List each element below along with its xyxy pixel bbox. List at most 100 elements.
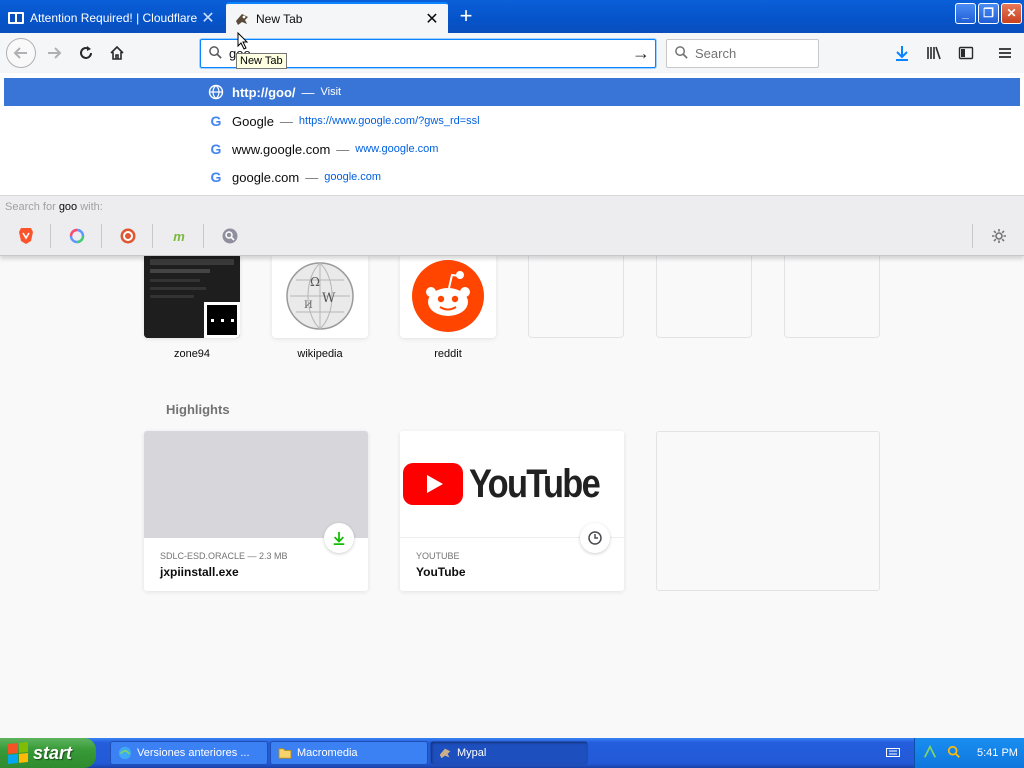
- mouse-cursor-icon: [237, 32, 249, 50]
- tab-title: New Tab: [256, 11, 303, 26]
- one-off-search-label: Search for goo with:: [0, 195, 1024, 217]
- card-context: YOUTUBE: [416, 551, 460, 561]
- home-icon: [110, 45, 124, 60]
- cloudflare-icon: [8, 10, 24, 26]
- result-separator: —: [305, 169, 319, 185]
- go-arrow-icon[interactable]: →: [627, 43, 655, 64]
- tab-strip: Attention Required! | Cloudflare ✕ New T…: [0, 0, 1024, 33]
- one-off-search-engines: m: [0, 217, 1024, 255]
- result-url: www.google.com: [355, 143, 439, 155]
- svg-text:Ω: Ω: [310, 275, 320, 289]
- menu-button[interactable]: [991, 39, 1019, 67]
- taskbar-item[interactable]: Versiones anteriores ...: [110, 741, 268, 765]
- top-site-empty: [784, 253, 880, 338]
- highlight-card-youtube[interactable]: YouTube YOUTUBE YouTube: [400, 431, 624, 591]
- result-url: google.com: [324, 171, 382, 183]
- highlight-card-download[interactable]: SDLC-ESD.ORACLE — 2.3 MB jxpiinstall.exe: [144, 431, 368, 591]
- youtube-wordmark: YouTube: [469, 461, 601, 506]
- engine-divider: [203, 224, 204, 248]
- close-tab-icon[interactable]: ✕: [200, 8, 216, 28]
- tab-new-tab[interactable]: New Tab ✕: [226, 2, 448, 33]
- reload-icon: [80, 46, 92, 59]
- search-icon[interactable]: [945, 745, 963, 762]
- duckduckgo-icon[interactable]: [117, 225, 139, 247]
- autocomplete-result[interactable]: G Google — https://www.google.com/?gws_r…: [4, 107, 1020, 135]
- taskbar-item-label: Mypal: [457, 747, 487, 759]
- search-engine-icon[interactable]: [219, 225, 241, 247]
- top-site-empty: [528, 253, 624, 338]
- one-off-prefix: Search for: [5, 201, 56, 213]
- url-input[interactable]: [229, 46, 627, 61]
- mojeek-icon[interactable]: m: [168, 225, 190, 247]
- result-title: Google: [232, 113, 274, 129]
- engine-divider: [972, 224, 973, 248]
- download-icon: [324, 523, 354, 553]
- download-icon: [896, 46, 908, 61]
- tab-title: Attention Required! | Cloudflare: [30, 10, 198, 25]
- search-icon: [667, 45, 695, 63]
- autocomplete-result-visit[interactable]: http://goo/ — Visit: [4, 78, 1020, 106]
- wikipedia-globe-icon: Ω W И: [286, 261, 354, 330]
- gear-icon[interactable]: [988, 225, 1010, 247]
- close-window-button[interactable]: ✕: [1001, 3, 1022, 24]
- result-separator: —: [301, 84, 315, 100]
- google-icon: G: [210, 169, 222, 185]
- globe-icon: [208, 84, 224, 100]
- google-icon: G: [210, 141, 222, 157]
- result-title: www.google.com: [232, 141, 331, 157]
- taskbar-item-label: Macromedia: [297, 747, 358, 759]
- autocomplete-result[interactable]: G www.google.com — www.google.com: [4, 135, 1020, 163]
- tab-cloudflare[interactable]: Attention Required! | Cloudflare ✕: [0, 2, 224, 33]
- svg-text:W: W: [322, 291, 336, 306]
- downloads-button[interactable]: [888, 39, 916, 67]
- card-title: YouTube: [416, 565, 466, 579]
- reload-button[interactable]: [72, 39, 100, 67]
- top-site-zone94[interactable]: [144, 253, 240, 338]
- svg-text:И: И: [304, 300, 313, 311]
- sidebar-icon: [958, 46, 974, 60]
- highlights-title: Highlights: [166, 402, 230, 417]
- clock: 5:41 PM: [977, 747, 1018, 759]
- top-site-wikipedia[interactable]: Ω W И: [272, 253, 368, 338]
- result-title: google.com: [232, 169, 300, 185]
- taskbar-item[interactable]: Macromedia: [270, 741, 428, 765]
- result-separator: —: [336, 141, 350, 157]
- engine-divider: [152, 224, 153, 248]
- minimize-button[interactable]: _: [955, 3, 976, 24]
- close-tab-icon[interactable]: ✕: [424, 9, 440, 29]
- taskbar-item-active[interactable]: Mypal: [430, 741, 588, 765]
- folder-icon: [277, 745, 293, 761]
- back-button[interactable]: [6, 38, 36, 68]
- youtube-play-icon: [403, 463, 464, 505]
- keyboard-icon[interactable]: [886, 746, 900, 760]
- maximize-button[interactable]: ❐: [978, 3, 999, 24]
- google-icon: G: [210, 113, 222, 129]
- engine-divider: [50, 224, 51, 248]
- new-tab-button[interactable]: +: [452, 4, 480, 30]
- home-button[interactable]: [103, 39, 131, 67]
- top-site-label: zone94: [173, 348, 211, 360]
- taskbar: start Versiones anteriores ... Macromedi…: [0, 738, 1024, 768]
- windows-logo-icon: [8, 741, 28, 765]
- browser-icon: [117, 745, 133, 761]
- qwant-icon[interactable]: [66, 225, 88, 247]
- result-url: https://www.google.com/?gws_rd=ssl: [298, 115, 480, 127]
- arrow-left-icon: [13, 47, 27, 59]
- library-button[interactable]: [920, 39, 948, 67]
- taskbar-item-label: Versiones anteriores ...: [137, 747, 250, 759]
- search-input[interactable]: [695, 46, 805, 61]
- autocomplete-result[interactable]: G google.com — google.com: [4, 163, 1020, 191]
- start-button[interactable]: start: [0, 738, 96, 768]
- engine-divider: [101, 224, 102, 248]
- brave-icon[interactable]: [15, 225, 37, 247]
- network-icon[interactable]: [921, 744, 939, 762]
- sidebar-button[interactable]: [952, 39, 980, 67]
- top-site-reddit[interactable]: [400, 253, 496, 338]
- forward-button[interactable]: [40, 39, 68, 67]
- search-bar[interactable]: [666, 39, 819, 68]
- card-preview: [144, 431, 368, 538]
- result-separator: —: [279, 113, 293, 129]
- mypal-icon: [234, 11, 250, 27]
- one-off-suffix: with:: [80, 201, 103, 213]
- clock-icon: [580, 523, 610, 553]
